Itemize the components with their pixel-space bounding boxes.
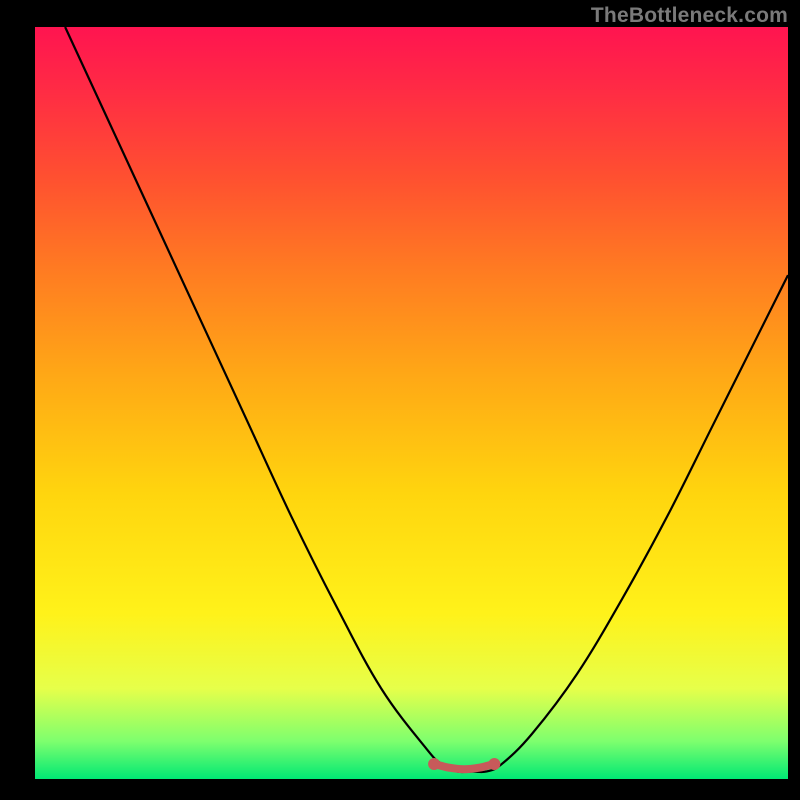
- chart-svg: [35, 27, 788, 779]
- chart-frame: TheBottleneck.com: [0, 0, 800, 800]
- marker-end-dot: [488, 758, 500, 770]
- bottleneck-curve-line: [65, 27, 788, 772]
- chart-plot-area: [35, 27, 788, 779]
- flat-bottom-marker: [428, 758, 500, 770]
- watermark-text: TheBottleneck.com: [591, 4, 788, 28]
- marker-end-dot: [428, 758, 440, 770]
